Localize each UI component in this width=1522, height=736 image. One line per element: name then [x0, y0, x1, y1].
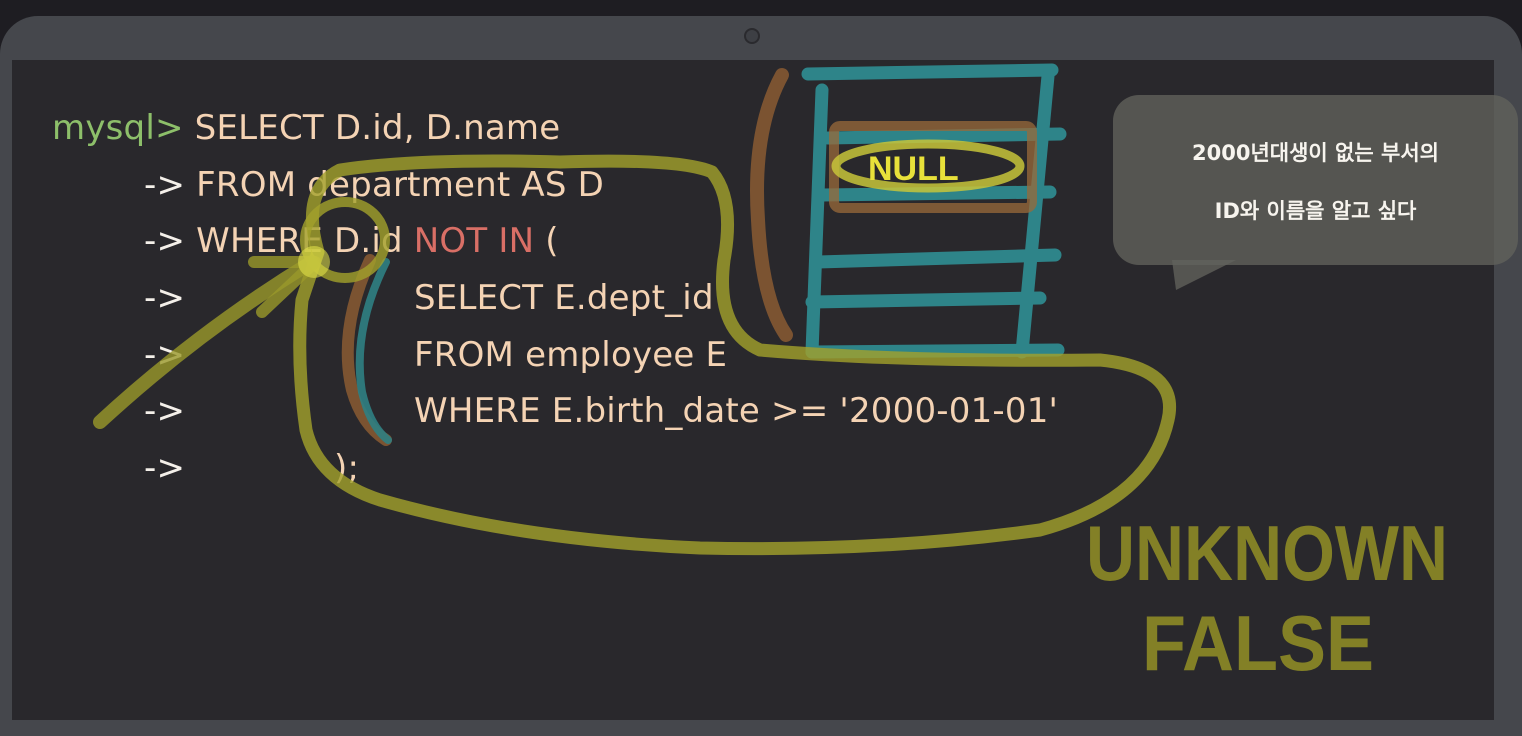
d-id-glow — [298, 246, 330, 278]
unknown-label: UNKNOWN — [1086, 509, 1448, 597]
brown-bracket-left — [750, 68, 793, 342]
hand-drawn-annotations: NULL UNKNOWN FALSE — [93, 63, 1448, 687]
false-label: FALSE — [1142, 599, 1374, 687]
olive-arrow — [93, 255, 319, 429]
null-label: NULL — [868, 150, 959, 188]
